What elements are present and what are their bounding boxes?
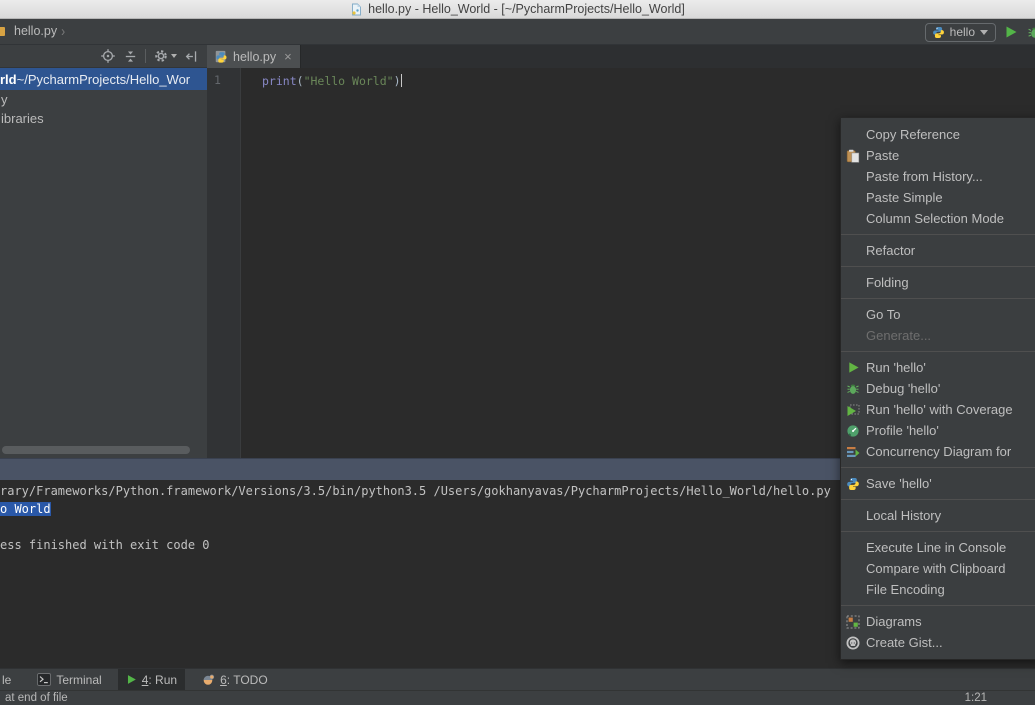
- window-titlebar: hello.py - Hello_World - [~/PycharmProje…: [0, 0, 1035, 19]
- hide-panel-icon[interactable]: [184, 49, 199, 64]
- collapse-all-icon[interactable]: [123, 49, 138, 64]
- run-icon: [845, 360, 861, 376]
- menu-separator: [841, 298, 1035, 299]
- toolbar-separator: [145, 49, 146, 63]
- tree-item-hello-py[interactable]: y: [0, 90, 207, 109]
- run-button[interactable]: [1004, 25, 1018, 39]
- menu-item-paste[interactable]: Paste: [841, 145, 1035, 166]
- debug-button[interactable]: [1027, 25, 1035, 40]
- editor-tab-strip: hello.py ×: [207, 45, 1035, 68]
- tree-item-path: ~/PycharmProjects/Hello_Wor: [17, 72, 191, 87]
- status-bar: at end of file 1:21: [0, 690, 1035, 705]
- editor-tab-hello-py[interactable]: hello.py ×: [207, 45, 301, 68]
- debug-icon: [845, 381, 861, 397]
- run-toolbar: hello: [925, 19, 1035, 45]
- menu-item-run-hello[interactable]: Run 'hello': [841, 357, 1035, 378]
- menu-item-generate: Generate...: [841, 325, 1035, 346]
- close-tab-icon[interactable]: ×: [284, 50, 292, 63]
- menu-item-refactor[interactable]: Refactor: [841, 240, 1035, 261]
- tree-item-external-libraries[interactable]: ibraries: [0, 109, 207, 128]
- menu-item-execute-line-in-console[interactable]: Execute Line in Console: [841, 537, 1035, 558]
- tool-window-button-terminal[interactable]: Terminal: [29, 669, 109, 691]
- menu-item-paste-simple[interactable]: Paste Simple: [841, 187, 1035, 208]
- menu-separator: [841, 234, 1035, 235]
- code-function: print: [262, 74, 297, 88]
- menu-item-concurrency-diagram[interactable]: Concurrency Diagram for: [841, 441, 1035, 462]
- concurrency-icon: [845, 444, 861, 460]
- code-string: "Hello World": [304, 74, 394, 88]
- tree-item-label: y: [1, 92, 8, 107]
- menu-item-debug-hello[interactable]: Debug 'hello': [841, 378, 1035, 399]
- line-number: 1: [207, 73, 240, 87]
- run-icon: [126, 674, 137, 685]
- navigation-bar: [0, 19, 1035, 45]
- window-title: hello.py - Hello_World - [~/PycharmProje…: [368, 2, 685, 16]
- python-icon: [845, 476, 861, 492]
- console-selected-text: o World: [0, 502, 51, 516]
- menu-item-go-to[interactable]: Go To: [841, 304, 1035, 325]
- profiler-icon: [845, 423, 861, 439]
- menu-item-copy-reference[interactable]: Copy Reference: [841, 124, 1035, 145]
- locate-file-icon[interactable]: [100, 48, 116, 64]
- code-paren: (: [297, 74, 304, 88]
- diagrams-icon: [845, 614, 861, 630]
- menu-item-save-hello[interactable]: Save 'hello': [841, 473, 1035, 494]
- chevron-down-icon: [171, 54, 177, 58]
- github-icon: [845, 635, 861, 651]
- menu-separator: [841, 499, 1035, 500]
- python-icon: [932, 26, 945, 39]
- menu-item-compare-with-clipboard[interactable]: Compare with Clipboard: [841, 558, 1035, 579]
- coverage-icon: [845, 402, 861, 418]
- todo-icon: [201, 673, 215, 686]
- menu-item-paste-from-history[interactable]: Paste from History...: [841, 166, 1035, 187]
- tool-window-button-todo[interactable]: 6: TODO: [193, 669, 276, 691]
- caret-position[interactable]: 1:21: [965, 692, 987, 704]
- menu-item-column-selection-mode[interactable]: Column Selection Mode: [841, 208, 1035, 229]
- chevron-right-icon: ›: [61, 23, 65, 40]
- menu-separator: [841, 266, 1035, 267]
- breadcrumb-file[interactable]: hello.py: [14, 24, 57, 38]
- project-panel: rld ~/PycharmProjects/Hello_Wor y ibrari…: [0, 68, 207, 458]
- terminal-icon: [37, 673, 51, 686]
- project-panel-toolbar: [0, 45, 207, 68]
- tree-item-label: ibraries: [1, 111, 44, 126]
- tab-label: hello.py: [233, 50, 276, 64]
- code-paren: ): [394, 74, 401, 88]
- tool-window-bar: le Terminal 4: Run 6: TODO: [0, 668, 1035, 690]
- menu-separator: [841, 351, 1035, 352]
- python-file-icon: [214, 50, 228, 64]
- tree-item-project-root[interactable]: rld ~/PycharmProjects/Hello_Wor: [0, 68, 207, 90]
- menu-item-folding[interactable]: Folding: [841, 272, 1035, 293]
- menu-item-diagrams[interactable]: Diagrams: [841, 611, 1035, 632]
- settings-gear-button[interactable]: [153, 48, 177, 64]
- paste-icon: [845, 148, 861, 164]
- breadcrumb[interactable]: hello.py ›: [6, 24, 65, 38]
- editor-context-menu: Copy Reference Paste Paste from History.…: [840, 117, 1035, 660]
- menu-separator: [841, 467, 1035, 468]
- horizontal-scrollbar[interactable]: [2, 446, 190, 454]
- status-message: at end of file: [5, 692, 68, 704]
- run-configuration-select[interactable]: hello: [925, 23, 996, 42]
- file-icon-fragment: [0, 27, 5, 36]
- editor-gutter: 1: [207, 68, 241, 458]
- text-caret: [401, 74, 403, 87]
- menu-item-local-history[interactable]: Local History: [841, 505, 1035, 526]
- menu-item-file-encoding[interactable]: File Encoding: [841, 579, 1035, 600]
- menu-item-run-hello-with-coverage[interactable]: Run 'hello' with Coverage: [841, 399, 1035, 420]
- chevron-down-icon: [980, 30, 988, 35]
- file-icon: [350, 3, 363, 16]
- tree-item-name: rld: [0, 72, 17, 87]
- menu-separator: [841, 605, 1035, 606]
- menu-item-create-gist[interactable]: Create Gist...: [841, 632, 1035, 653]
- run-configuration-name: hello: [950, 25, 975, 39]
- menu-separator: [841, 531, 1035, 532]
- menu-item-profile-hello[interactable]: Profile 'hello': [841, 420, 1035, 441]
- tool-window-button-partial[interactable]: le: [0, 673, 15, 687]
- tool-window-button-run[interactable]: 4: Run: [118, 669, 185, 691]
